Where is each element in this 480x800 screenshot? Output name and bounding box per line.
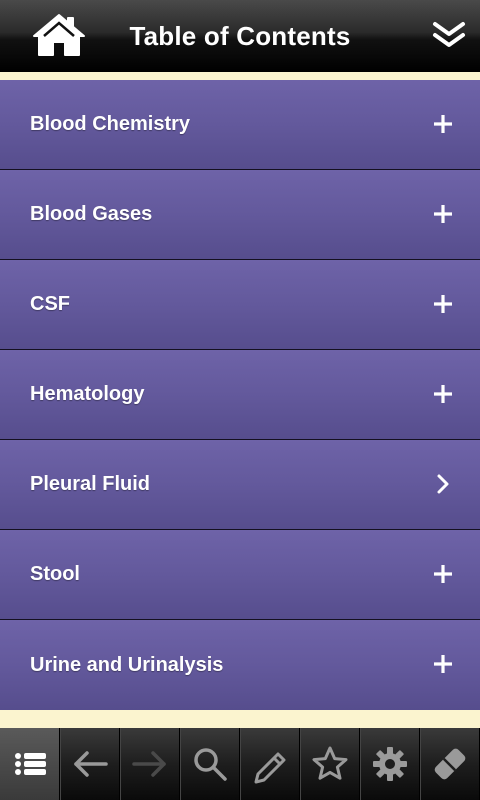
plus-icon[interactable]	[432, 383, 454, 405]
toc-list: Blood Chemistry Blood Gases CSF Hematolo…	[0, 80, 480, 710]
top-divider	[0, 72, 480, 80]
pencil-icon	[254, 752, 286, 784]
back-arrow-icon	[74, 751, 108, 777]
clear-button[interactable]	[420, 728, 480, 800]
plus-icon[interactable]	[432, 293, 454, 315]
star-icon	[312, 746, 348, 780]
plus-icon[interactable]	[432, 653, 454, 675]
toc-item-pleural-fluid[interactable]: Pleural Fluid	[0, 440, 480, 530]
settings-button[interactable]	[360, 728, 420, 800]
plus-icon[interactable]	[432, 563, 454, 585]
toc-item-urine-and-urinalysis[interactable]: Urine and Urinalysis	[0, 620, 480, 710]
search-button[interactable]	[180, 728, 240, 800]
favorites-button[interactable]	[300, 728, 360, 800]
collapse-button[interactable]	[432, 20, 466, 50]
toc-item-stool[interactable]: Stool	[0, 530, 480, 620]
annotate-button[interactable]	[240, 728, 300, 800]
toc-item-label: Blood Chemistry	[30, 113, 191, 135]
toc-item-label: Urine and Urinalysis	[30, 653, 224, 676]
back-button[interactable]	[60, 728, 120, 800]
double-chevron-down-icon	[433, 22, 465, 47]
bottom-toolbar	[0, 728, 480, 800]
toc-item-label: Stool	[30, 563, 80, 585]
toc-item-label: Pleural Fluid	[30, 473, 151, 495]
plus-icon[interactable]	[432, 203, 454, 225]
forward-arrow-icon	[132, 751, 166, 777]
top-bar: Table of Contents	[0, 0, 480, 72]
toc-item-csf[interactable]: CSF	[0, 260, 480, 350]
eraser-icon	[434, 748, 466, 780]
plus-icon[interactable]	[432, 113, 454, 135]
toc-item-blood-gases[interactable]: Blood Gases	[0, 170, 480, 260]
page-title: Table of Contents	[129, 20, 351, 51]
toc-item-hematology[interactable]: Hematology	[0, 350, 480, 440]
chevron-right-icon[interactable]	[432, 473, 454, 495]
toc-item-label: Blood Gases	[30, 203, 153, 225]
gear-icon	[373, 747, 407, 781]
forward-button[interactable]	[120, 728, 180, 800]
toc-list-button[interactable]	[0, 728, 60, 800]
bottom-divider	[0, 710, 480, 728]
toc-item-label: Hematology	[30, 383, 145, 405]
toc-item-label: CSF	[30, 293, 70, 315]
home-icon	[33, 14, 85, 56]
list-icon	[14, 753, 46, 775]
home-button[interactable]	[30, 12, 88, 58]
search-icon	[194, 748, 227, 781]
toc-item-blood-chemistry[interactable]: Blood Chemistry	[0, 80, 480, 170]
